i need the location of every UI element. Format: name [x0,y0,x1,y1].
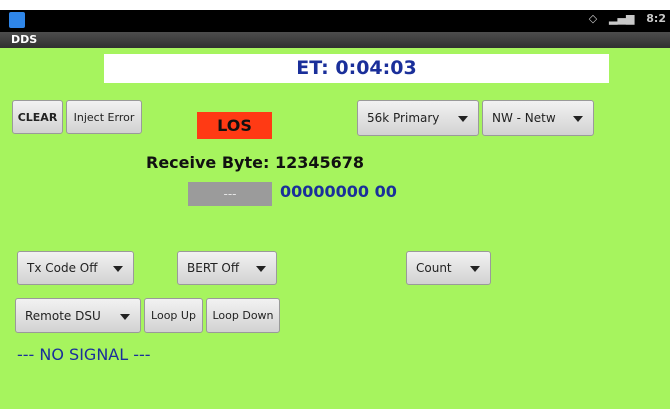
chevron-down-icon [470,266,480,272]
signal-strength-icon: ▂▄▆ [609,12,635,25]
receive-byte-label: Receive Byte: 12345678 [146,153,364,172]
receive-field: --- [188,182,272,206]
status-bar: ◇ ▂▄▆ 8:2 [0,10,670,32]
rate-select-label: 56k Primary [367,111,440,125]
app-notification-icon [9,12,25,28]
status-icons: ◇ ▂▄▆ 8:2 [581,12,666,25]
inject-error-button[interactable]: Inject Error [66,100,142,134]
network-select[interactable]: NW - Netw [482,100,594,136]
sync-icon: ◇ [588,12,598,25]
bert-select[interactable]: BERT Off [177,251,277,285]
tx-code-select[interactable]: Tx Code Off [17,251,134,285]
app-title: DDS [11,33,38,46]
network-select-label: NW - Netw [492,111,556,125]
top-strip [0,0,670,10]
loop-up-button[interactable]: Loop Up [144,298,203,333]
count-select-label: Count [416,261,452,275]
receive-bits: 00000000 00 [280,182,397,201]
chevron-down-icon [458,116,468,122]
rate-select[interactable]: 56k Primary [357,100,479,136]
loop-down-button[interactable]: Loop Down [206,298,280,333]
title-bar: DDS [0,32,670,48]
chevron-down-icon [256,266,266,272]
count-select[interactable]: Count [406,251,491,285]
clear-button[interactable]: CLEAR [12,100,63,134]
remote-dsu-select-label: Remote DSU [25,308,101,323]
signal-status-text: --- NO SIGNAL --- [17,345,151,364]
bert-select-label: BERT Off [187,261,240,275]
elapsed-time-display: ET: 0:04:03 [104,54,609,83]
remote-dsu-select[interactable]: Remote DSU [15,298,141,333]
chevron-down-icon [113,266,123,272]
los-indicator: LOS [197,112,272,139]
tx-code-select-label: Tx Code Off [27,261,98,275]
status-time: 8:2 [646,12,666,25]
chevron-down-icon [573,116,583,122]
chevron-down-icon [120,313,130,320]
